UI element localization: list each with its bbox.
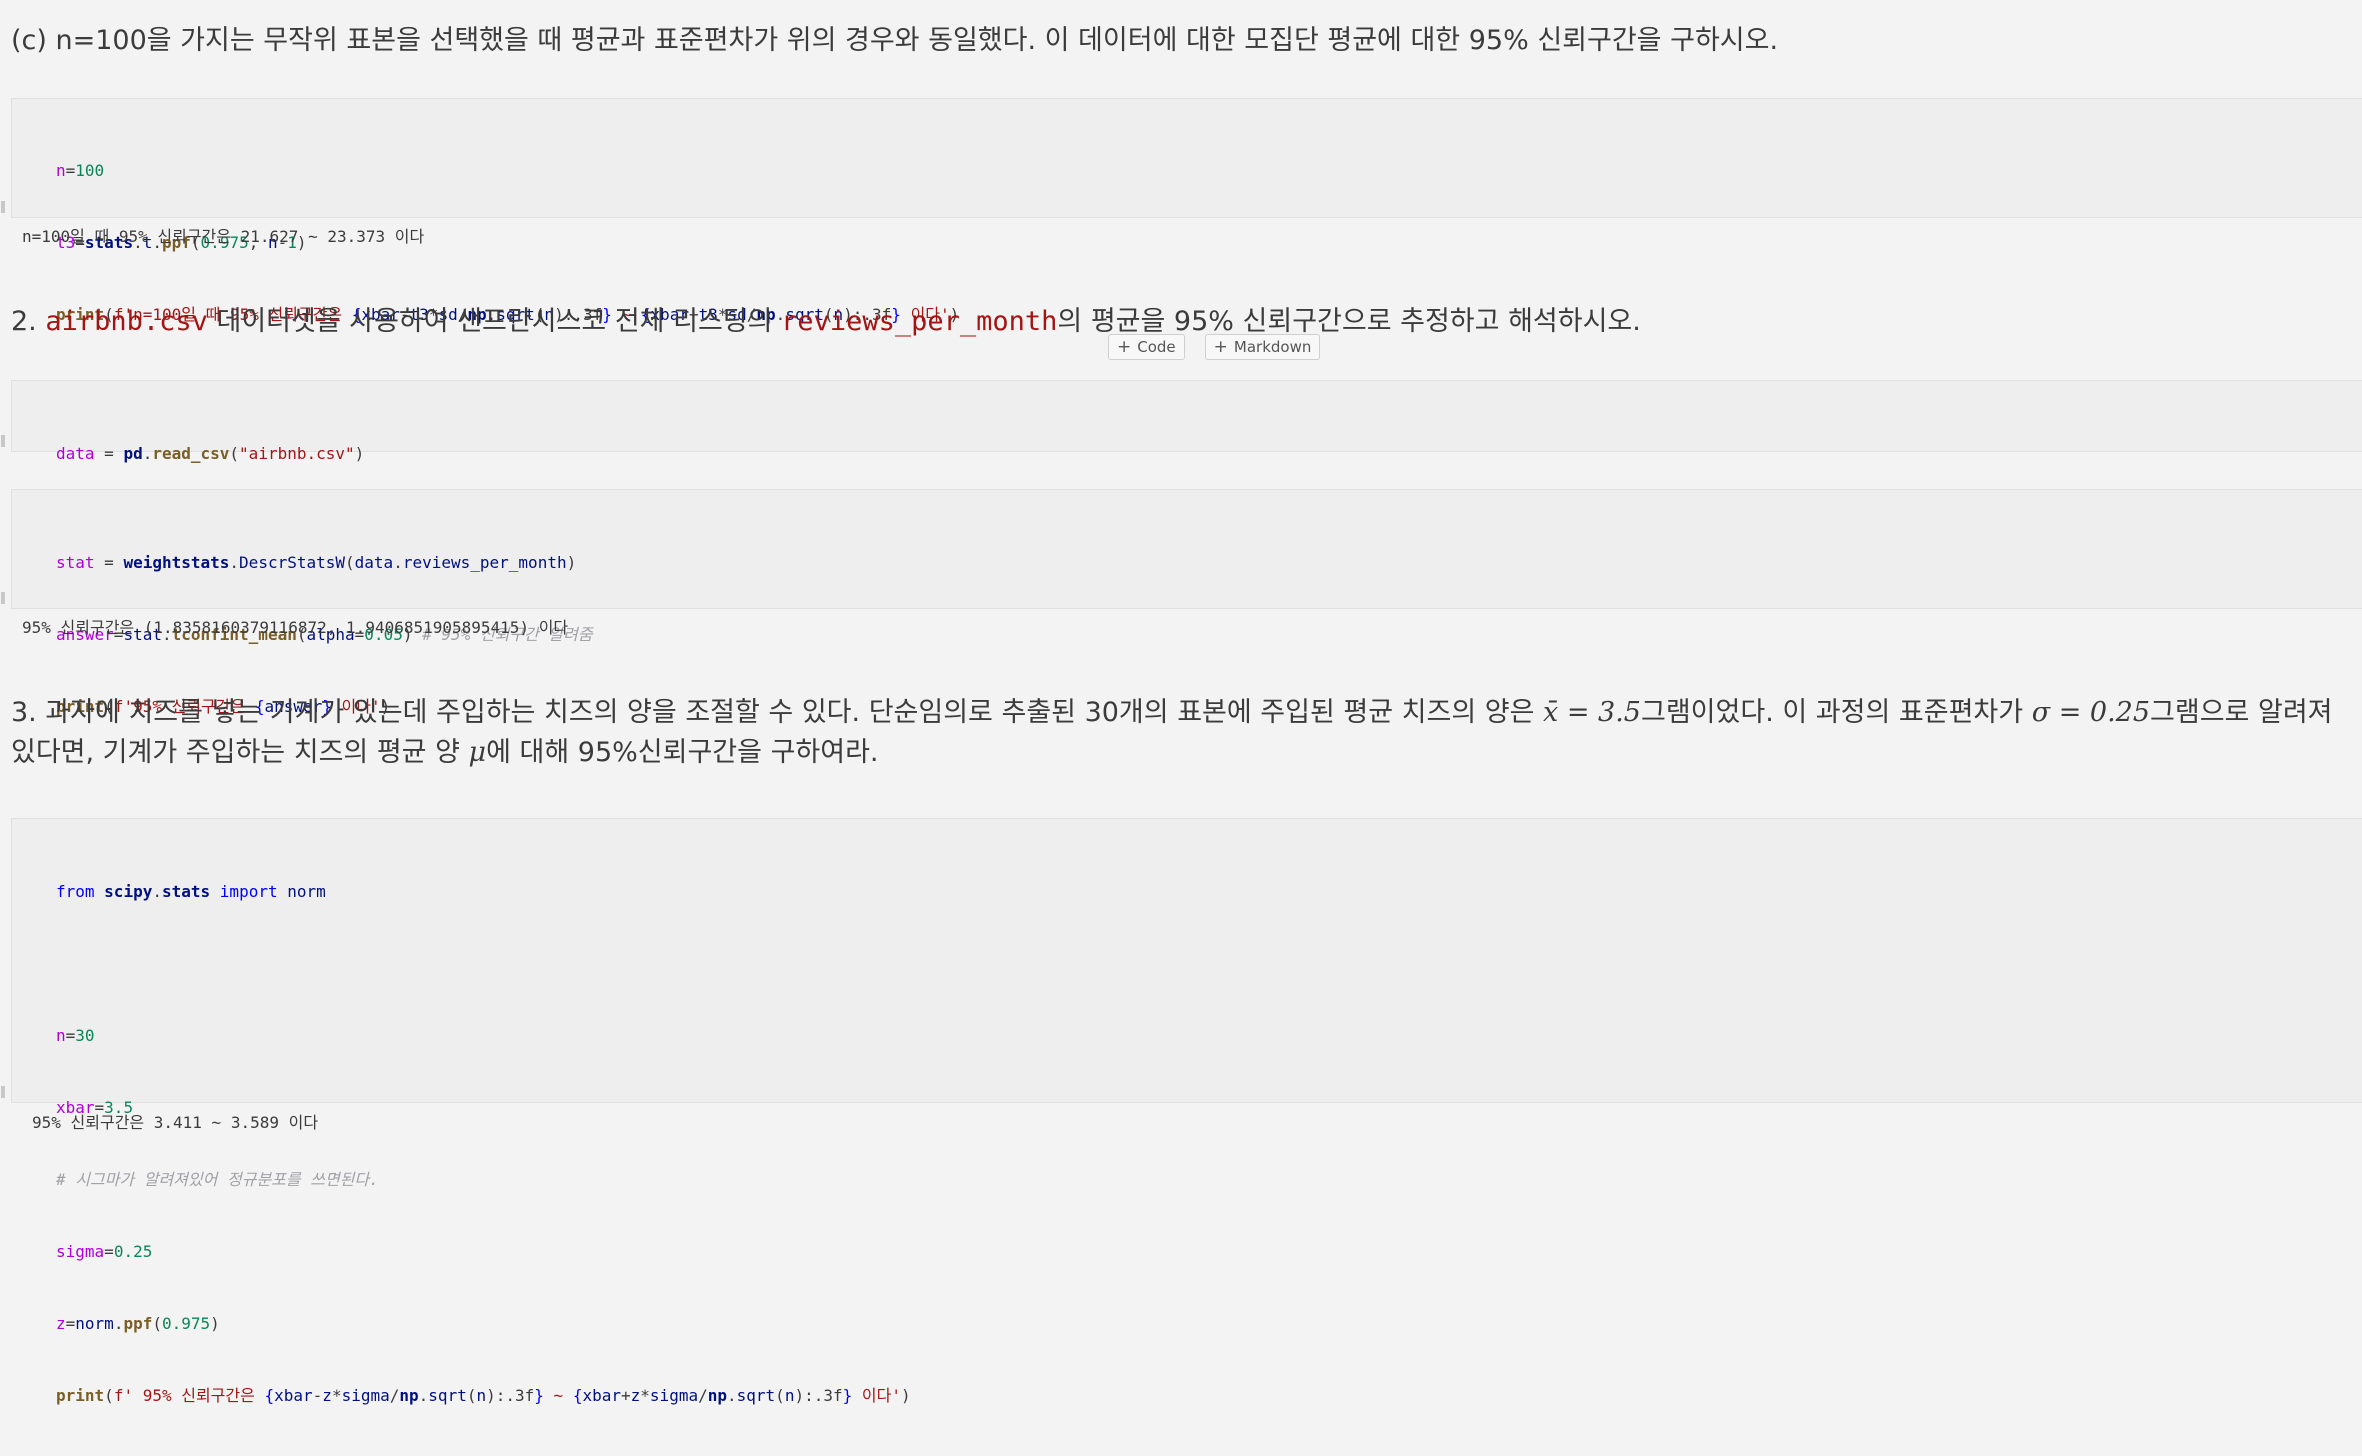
question-2-suffix: 의 평균을 95% 신뢰구간으로 추정하고 해석하시오.	[1057, 306, 1641, 337]
insert-cell-toolbar: + Code + Markdown	[1108, 334, 1321, 360]
question-2-mid: 데이터셋을 사용하여 샌프란시스코 전체 리스팅의	[207, 306, 782, 337]
code-line: n=30	[56, 1026, 95, 1045]
question-2-prefix: 2.	[11, 306, 46, 337]
code-cell-3[interactable]: stat = weightstats.DescrStatsW(data.revi…	[1, 489, 2362, 716]
inline-code-filename: airbnb.csv	[45, 306, 208, 337]
cell-output-3: 95% 신뢰구간은 (1.8358160379116872, 1.9406851…	[22, 618, 569, 637]
code-cell-1[interactable]: n=100 t3=stats.t.ppf(0.975, n-1) print(f…	[1, 98, 2362, 324]
add-markdown-cell-button[interactable]: + Markdown	[1204, 334, 1321, 360]
cell-gutter-marker	[1, 435, 5, 447]
math-mu: μ	[468, 737, 487, 768]
cell-gutter-marker	[1, 592, 5, 604]
plus-icon: +	[1117, 336, 1132, 357]
cell-gutter-marker	[1, 201, 5, 213]
markdown-question-3: 3. 과자에 치즈를 넣는 기계가 있는데 주입하는 치즈의 양을 조절할 수 …	[11, 693, 2362, 773]
cell-output-1: n=100일 때 95% 신뢰구간은 21.627 ~ 23.373 이다	[22, 227, 425, 246]
code-line: z=norm.ppf(0.975)	[56, 1314, 220, 1333]
math-sigma: σ = 0.25	[2031, 697, 2151, 728]
add-code-label: Code	[1137, 338, 1176, 356]
code-line: print(f' 95% 신뢰구간은 {xbar-z*sigma/np.sqrt…	[56, 1386, 911, 1405]
code-editor-4[interactable]: from scipy.stats import norm n=30 xbar=3…	[56, 832, 911, 1456]
math-xbar: x̄ = 3.5	[1543, 697, 1641, 728]
add-code-cell-button[interactable]: + Code	[1108, 334, 1185, 360]
inline-code-column: reviews_per_month	[781, 306, 1058, 337]
cell-gutter-marker	[1, 1086, 5, 1098]
plus-icon: +	[1213, 336, 1228, 357]
code-cell-4[interactable]: from scipy.stats import norm n=30 xbar=3…	[1, 818, 2362, 1405]
add-markdown-label: Markdown	[1233, 338, 1312, 356]
code-line: from scipy.stats import norm	[56, 882, 326, 901]
code-cell-2[interactable]: data = pd.read_csv("airbnb.csv")	[1, 380, 2362, 463]
question-3-part2: 그램이었다. 이 과정의 표준편차가	[1641, 697, 2032, 728]
question-3-part1: 3. 과자에 치즈를 넣는 기계가 있는데 주입하는 치즈의 양을 조절할 수 …	[11, 697, 1544, 728]
code-line: sigma=0.25	[56, 1242, 153, 1261]
cell-output-4: 95% 신뢰구간은 3.411 ~ 3.589 이다	[32, 1113, 319, 1132]
code-line: stat = weightstats.DescrStatsW(data.revi…	[56, 553, 577, 572]
code-line: # 시그마가 알려져있어 정규분포를 쓰면된다.	[56, 1170, 379, 1189]
question-1c-text: (c) n=100을 가지는 무작위 표본을 선택했을 때 평균과 표준편차가 …	[11, 25, 1779, 56]
question-3-part4: 에 대해 95%신뢰구간을 구하여라.	[486, 737, 879, 768]
code-line: data = pd.read_csv("airbnb.csv")	[56, 444, 365, 463]
markdown-question-1c: (c) n=100을 가지는 무작위 표본을 선택했을 때 평균과 표준편차가 …	[11, 21, 2362, 61]
code-line: n=100	[56, 161, 105, 180]
